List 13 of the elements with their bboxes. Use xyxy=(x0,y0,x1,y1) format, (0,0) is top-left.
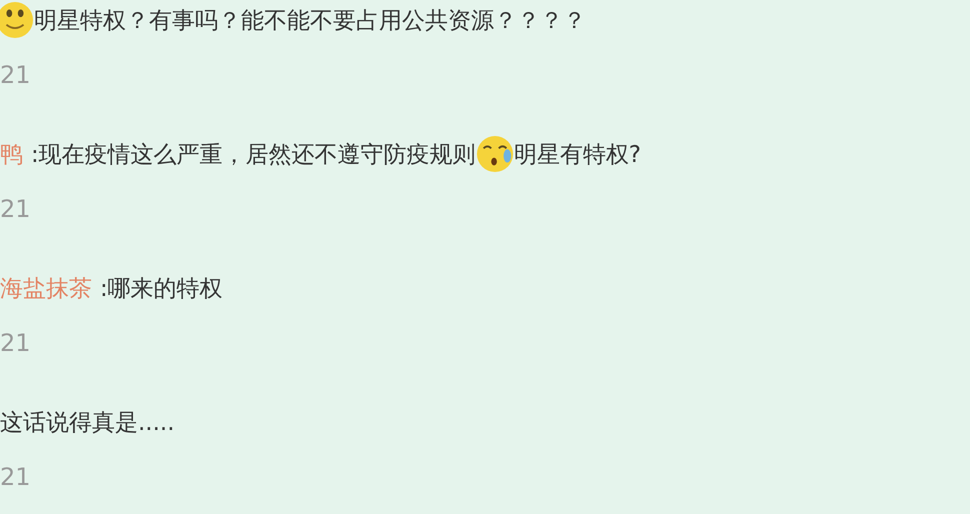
comment-text: :现在疫情这么严重，居然还不遵守防疫规则 xyxy=(31,140,476,170)
comment-text: 明星有特权? xyxy=(514,140,641,170)
comment-time: 21 xyxy=(0,328,32,358)
user-name[interactable]: 海盐抹茶 xyxy=(0,272,92,304)
comment-time: 21 xyxy=(0,194,32,224)
comment-text: 明星特权？有事吗？能不能不要占用公共资源？？？？ xyxy=(34,6,586,36)
smile-emoji-icon xyxy=(0,1,34,39)
user-name[interactable]: 鸭 xyxy=(0,138,23,170)
comment-time: 21 xyxy=(0,60,32,90)
comment-text: 这话说得真是..... xyxy=(0,408,175,438)
comment-time: 21 xyxy=(0,462,32,492)
crying-emoji-icon xyxy=(476,135,514,173)
comment-text: :哪来的特权 xyxy=(100,274,223,304)
